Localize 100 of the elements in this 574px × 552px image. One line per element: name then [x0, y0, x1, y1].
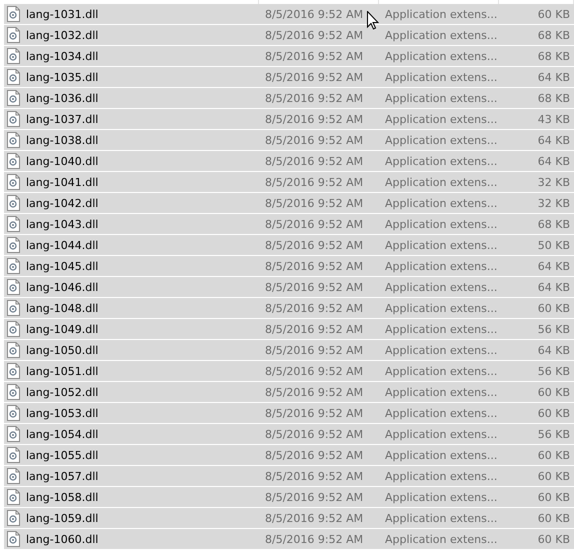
- file-row[interactable]: lang-1032.dll 8/5/2016 9:52 AM Application extens... 68 KB: [4, 25, 574, 46]
- file-type: Application extens...: [384, 260, 498, 272]
- file-row[interactable]: lang-1053.dll 8/5/2016 9:52 AM Application extens... 60 KB: [4, 403, 574, 424]
- dll-file-icon: [7, 174, 20, 190]
- file-name: lang-1055.dll: [25, 448, 100, 462]
- file-row[interactable]: lang-1048.dll 8/5/2016 9:52 AM Application extens... 60 KB: [4, 298, 574, 319]
- file-row[interactable]: lang-1050.dll 8/5/2016 9:52 AM Application extens... 64 KB: [4, 340, 574, 361]
- file-row[interactable]: lang-1055.dll 8/5/2016 9:52 AM Application extens... 60 KB: [4, 445, 574, 466]
- date-modified: 8/5/2016 9:52 AM: [264, 196, 364, 210]
- dll-file-icon: [7, 531, 20, 547]
- file-row[interactable]: lang-1049.dll 8/5/2016 9:52 AM Application extens... 56 KB: [4, 319, 574, 340]
- file-size: 64 KB: [536, 154, 571, 168]
- file-name: lang-1051.dll: [25, 364, 100, 378]
- file-name: lang-1031.dll: [25, 8, 100, 20]
- file-name: lang-1037.dll: [25, 112, 100, 126]
- file-row[interactable]: lang-1060.dll 8/5/2016 9:52 AM Application extens... 60 KB: [4, 529, 574, 550]
- file-type: Application extens...: [384, 470, 498, 482]
- file-type: Application extens...: [384, 154, 498, 168]
- file-name: lang-1044.dll: [25, 238, 100, 252]
- file-row[interactable]: lang-1036.dll 8/5/2016 9:52 AM Application extens... 68 KB: [4, 88, 574, 109]
- file-row[interactable]: lang-1059.dll 8/5/2016 9:52 AM Application extens... 60 KB: [4, 508, 574, 529]
- file-row[interactable]: lang-1040.dll 8/5/2016 9:52 AM Application extens... 64 KB: [4, 151, 574, 172]
- file-row[interactable]: lang-1037.dll 8/5/2016 9:52 AM Application extens... 43 KB: [4, 109, 574, 130]
- file-size: 64 KB: [536, 344, 571, 356]
- file-row[interactable]: lang-1058.dll 8/5/2016 9:52 AM Application extens... 60 KB: [4, 487, 574, 508]
- file-row[interactable]: lang-1052.dll 8/5/2016 9:52 AM Application extens... 60 KB: [4, 382, 574, 403]
- file-name: lang-1058.dll: [25, 490, 100, 504]
- file-type: Application extens...: [384, 280, 498, 294]
- dll-file-icon: [7, 111, 20, 127]
- file-name: lang-1059.dll: [25, 512, 100, 524]
- dll-file-icon: [7, 195, 20, 211]
- file-row[interactable]: lang-1042.dll 8/5/2016 9:52 AM Application extens... 32 KB: [4, 193, 574, 214]
- date-modified: 8/5/2016 9:52 AM: [264, 92, 364, 104]
- file-size: 64 KB: [536, 280, 571, 294]
- file-row[interactable]: lang-1046.dll 8/5/2016 9:52 AM Application extens... 64 KB: [4, 277, 574, 298]
- date-modified: 8/5/2016 9:52 AM: [264, 302, 364, 314]
- file-size: 56 KB: [536, 364, 571, 378]
- date-modified: 8/5/2016 9:52 AM: [264, 8, 364, 20]
- file-size: 32 KB: [536, 196, 571, 210]
- date-modified: 8/5/2016 9:52 AM: [264, 532, 364, 546]
- file-row[interactable]: lang-1054.dll 8/5/2016 9:52 AM Application extens... 56 KB: [4, 424, 574, 445]
- dll-file-icon: [7, 426, 20, 442]
- dll-file-icon: [7, 90, 20, 106]
- date-modified: 8/5/2016 9:52 AM: [264, 364, 364, 378]
- dll-file-icon: [7, 153, 20, 169]
- dll-file-icon: [7, 48, 20, 64]
- date-modified: 8/5/2016 9:52 AM: [264, 134, 364, 146]
- file-name: lang-1043.dll: [25, 218, 100, 230]
- dll-file-icon: [7, 279, 20, 295]
- file-type: Application extens...: [384, 448, 498, 462]
- file-type: Application extens...: [384, 112, 498, 126]
- file-row[interactable]: lang-1041.dll 8/5/2016 9:52 AM Application extens... 32 KB: [4, 172, 574, 193]
- date-modified: 8/5/2016 9:52 AM: [264, 428, 364, 440]
- file-row[interactable]: lang-1031.dll 8/5/2016 9:52 AM Application extens... 60 KB: [4, 4, 574, 25]
- file-type: Application extens...: [384, 176, 498, 188]
- file-type: Application extens...: [384, 322, 498, 336]
- file-type: Application extens...: [384, 344, 498, 356]
- file-row[interactable]: lang-1034.dll 8/5/2016 9:52 AM Application extens... 68 KB: [4, 46, 574, 67]
- dll-file-icon: [7, 342, 20, 358]
- file-size: 60 KB: [536, 532, 571, 546]
- file-row[interactable]: lang-1035.dll 8/5/2016 9:52 AM Application extens... 64 KB: [4, 67, 574, 88]
- file-type: Application extens...: [384, 302, 498, 314]
- dll-file-icon: [7, 216, 20, 232]
- file-name: lang-1046.dll: [25, 280, 100, 294]
- file-name: lang-1032.dll: [25, 28, 100, 42]
- file-type: Application extens...: [384, 92, 498, 104]
- date-modified: 8/5/2016 9:52 AM: [264, 28, 364, 42]
- file-size: 68 KB: [536, 50, 571, 62]
- file-name: lang-1049.dll: [25, 322, 100, 336]
- file-size: 68 KB: [536, 92, 571, 104]
- file-row[interactable]: lang-1057.dll 8/5/2016 9:52 AM Application extens... 60 KB: [4, 466, 574, 487]
- file-row[interactable]: lang-1045.dll 8/5/2016 9:52 AM Application extens... 64 KB: [4, 256, 574, 277]
- date-modified: 8/5/2016 9:52 AM: [264, 386, 364, 398]
- dll-file-icon: [7, 510, 20, 526]
- date-modified: 8/5/2016 9:52 AM: [264, 154, 364, 168]
- date-modified: 8/5/2016 9:52 AM: [264, 280, 364, 294]
- file-row[interactable]: lang-1044.dll 8/5/2016 9:52 AM Application extens... 50 KB: [4, 235, 574, 256]
- file-name: lang-1040.dll: [25, 154, 100, 168]
- file-size: 56 KB: [536, 428, 571, 440]
- file-size: 32 KB: [536, 176, 571, 188]
- file-type: Application extens...: [384, 406, 498, 420]
- date-modified: 8/5/2016 9:52 AM: [264, 344, 364, 356]
- file-type: Application extens...: [384, 364, 498, 378]
- date-modified: 8/5/2016 9:52 AM: [264, 260, 364, 272]
- file-type: Application extens...: [384, 386, 498, 398]
- dll-file-icon: [7, 447, 20, 463]
- dll-file-icon: [7, 363, 20, 379]
- file-type: Application extens...: [384, 50, 498, 62]
- date-modified: 8/5/2016 9:52 AM: [264, 490, 364, 504]
- file-type: Application extens...: [384, 238, 498, 252]
- file-name: lang-1052.dll: [25, 386, 100, 398]
- file-type: Application extens...: [384, 70, 498, 84]
- file-type: Application extens...: [384, 196, 498, 210]
- dll-file-icon: [7, 300, 20, 316]
- file-row[interactable]: lang-1038.dll 8/5/2016 9:52 AM Application extens... 64 KB: [4, 130, 574, 151]
- file-row[interactable]: lang-1051.dll 8/5/2016 9:52 AM Application extens... 56 KB: [4, 361, 574, 382]
- file-size: 60 KB: [536, 302, 571, 314]
- file-row[interactable]: lang-1043.dll 8/5/2016 9:52 AM Application extens... 68 KB: [4, 214, 574, 235]
- file-size: 64 KB: [536, 260, 571, 272]
- file-name: lang-1057.dll: [25, 470, 100, 482]
